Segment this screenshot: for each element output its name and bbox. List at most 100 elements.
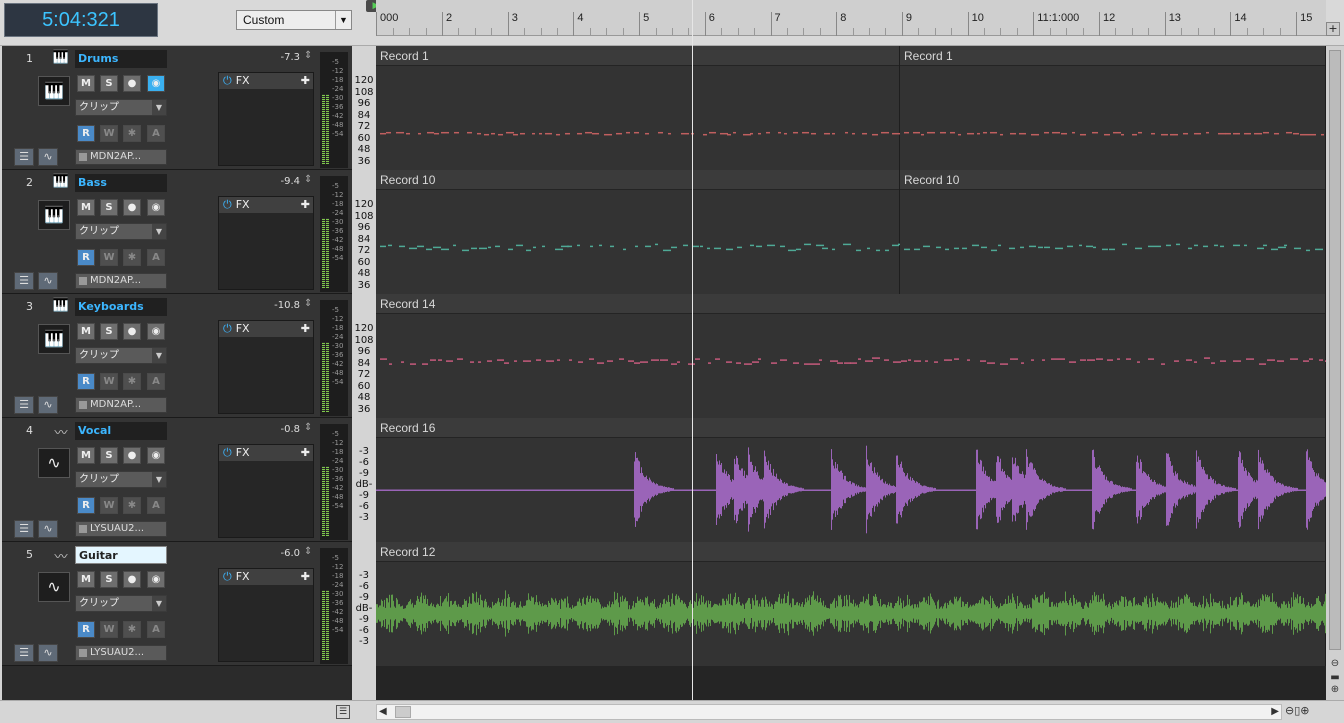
horizontal-scrollbar[interactable]: ◀ ▶ <box>376 704 1282 720</box>
clip-name[interactable]: Record 16 <box>376 418 1325 438</box>
solo-button[interactable]: S <box>100 75 118 92</box>
chevron-down-icon[interactable]: ▼ <box>152 348 166 363</box>
volume-arrows-icon[interactable]: ⇕ <box>304 298 312 309</box>
clip-name[interactable]: Record 1 <box>376 46 899 66</box>
automation-icon[interactable]: ∿ <box>38 644 58 662</box>
track-edit-icon[interactable]: ☰ <box>14 396 34 414</box>
track-edit-icon[interactable]: ☰ <box>14 272 34 290</box>
clip[interactable]: Record 12 <box>376 542 1326 666</box>
add-fx-icon[interactable]: ✚ <box>301 445 310 461</box>
track-lane[interactable]: Record 1 Record 1 <box>376 46 1326 170</box>
now-time-cursor[interactable] <box>692 0 693 700</box>
track-header[interactable]: 5 〰 Guitar -6.0 ⇕ ∿ M S ● ◉ クリップ ▼ R W ✱ A ☰ ∿ LYSUAU2... ⏻… <box>2 542 352 666</box>
write-automation-button[interactable]: W <box>100 621 118 638</box>
input-echo-button[interactable]: ◉ <box>147 571 165 588</box>
clip[interactable]: Record 1 <box>376 46 900 170</box>
input-selector[interactable]: MDN2AP... <box>75 273 167 289</box>
fx-header[interactable]: ⏻ FX ✚ <box>219 445 313 461</box>
automation-icon[interactable]: ∿ <box>38 520 58 538</box>
clip[interactable]: Record 14 <box>376 294 1326 418</box>
fx-header[interactable]: ⏻ FX ✚ <box>219 73 313 89</box>
clip-mode-dropdown[interactable]: クリップ ▼ <box>75 347 167 364</box>
power-icon[interactable]: ⏻ <box>223 198 232 211</box>
automation-icon[interactable]: ∿ <box>38 148 58 166</box>
freeze-button[interactable]: ✱ <box>123 373 141 390</box>
archive-button[interactable]: A <box>147 249 165 266</box>
zoom-fit-icon[interactable]: ▬ <box>1328 672 1342 684</box>
read-automation-button[interactable]: R <box>77 373 95 390</box>
archive-button[interactable]: A <box>147 497 165 514</box>
scroll-right-icon[interactable]: ▶ <box>1271 705 1279 719</box>
input-echo-button[interactable]: ◉ <box>147 199 165 216</box>
fx-rack[interactable]: ⏻ FX ✚ <box>218 72 314 166</box>
clips-pane[interactable]: Record 1 Record 1 Record 10 Record 10 Record… <box>376 46 1326 700</box>
track-header[interactable]: 2 🎹 Bass -9.4 ⇕ 🎹 M S ● ◉ クリップ ▼ R W ✱ A ☰ ∿ MDN2AP... ⏻ FX ✚… <box>2 170 352 294</box>
mute-button[interactable]: M <box>77 75 95 92</box>
track-edit-icon[interactable]: ☰ <box>14 644 34 662</box>
track-lane[interactable]: Record 10 Record 10 <box>376 170 1326 294</box>
input-selector[interactable]: LYSUAU2... <box>75 521 167 537</box>
preset-dropdown[interactable]: Custom ▼ <box>236 10 352 30</box>
add-fx-icon[interactable]: ✚ <box>301 73 310 89</box>
fx-rack[interactable]: ⏻ FX ✚ <box>218 444 314 538</box>
freeze-button[interactable]: ✱ <box>123 125 141 142</box>
track-header[interactable]: 1 🎹 Drums -7.3 ⇕ 🎹 M S ● ◉ クリップ ▼ R W ✱ A ☰ ∿ MDN2AP... ⏻ FX… <box>2 46 352 170</box>
scroll-left-icon[interactable]: ◀ <box>379 705 387 719</box>
track-name[interactable]: Vocal <box>75 422 167 440</box>
track-volume[interactable]: -6.0 <box>252 548 300 559</box>
track-name[interactable]: Guitar <box>75 546 167 564</box>
clip-name[interactable]: Record 12 <box>376 542 1325 562</box>
clip-name[interactable]: Record 1 <box>900 46 1325 66</box>
record-arm-button[interactable]: ● <box>123 323 141 340</box>
add-fx-icon[interactable]: ✚ <box>301 569 310 585</box>
volume-arrows-icon[interactable]: ⇕ <box>304 546 312 557</box>
clip-name[interactable]: Record 10 <box>376 170 899 190</box>
fx-header[interactable]: ⏻ FX ✚ <box>219 321 313 337</box>
freeze-button[interactable]: ✱ <box>123 497 141 514</box>
write-automation-button[interactable]: W <box>100 497 118 514</box>
archive-button[interactable]: A <box>147 373 165 390</box>
clip-mode-dropdown[interactable]: クリップ ▼ <box>75 595 167 612</box>
mute-button[interactable]: M <box>77 447 95 464</box>
fx-header[interactable]: ⏻ FX ✚ <box>219 197 313 213</box>
chevron-down-icon[interactable]: ▼ <box>335 11 351 29</box>
volume-arrows-icon[interactable]: ⇕ <box>304 50 312 61</box>
horizontal-zoom-icon[interactable]: ⊖▯⊕ <box>1285 704 1310 717</box>
clip-mode-dropdown[interactable]: クリップ ▼ <box>75 471 167 488</box>
track-edit-icon[interactable]: ☰ <box>14 148 34 166</box>
input-echo-button[interactable]: ◉ <box>147 323 165 340</box>
solo-button[interactable]: S <box>100 323 118 340</box>
track-name[interactable]: Keyboards <box>75 298 167 316</box>
write-automation-button[interactable]: W <box>100 373 118 390</box>
record-arm-button[interactable]: ● <box>123 447 141 464</box>
mute-button[interactable]: M <box>77 199 95 216</box>
track-lane[interactable]: Record 12 <box>376 542 1326 666</box>
chevron-down-icon[interactable]: ▼ <box>152 596 166 611</box>
automation-icon[interactable]: ∿ <box>38 396 58 414</box>
track-lane[interactable]: Record 14 <box>376 294 1326 418</box>
power-icon[interactable]: ⏻ <box>223 570 232 583</box>
clip-mode-dropdown[interactable]: クリップ ▼ <box>75 99 167 116</box>
zoom-out-icon[interactable]: ⊖ <box>1328 658 1342 670</box>
clip-mode-dropdown[interactable]: クリップ ▼ <box>75 223 167 240</box>
read-automation-button[interactable]: R <box>77 497 95 514</box>
fx-rack[interactable]: ⏻ FX ✚ <box>218 568 314 662</box>
fx-rack[interactable]: ⏻ FX ✚ <box>218 320 314 414</box>
input-selector[interactable]: LYSUAU2... <box>75 645 167 661</box>
add-fx-icon[interactable]: ✚ <box>301 321 310 337</box>
track-name[interactable]: Bass <box>75 174 167 192</box>
fx-rack[interactable]: ⏻ FX ✚ <box>218 196 314 290</box>
track-volume[interactable]: -7.3 <box>252 52 300 63</box>
power-icon[interactable]: ⏻ <box>223 74 232 87</box>
mute-button[interactable]: M <box>77 571 95 588</box>
clip[interactable]: Record 10 <box>376 170 906 294</box>
power-icon[interactable]: ⏻ <box>223 446 232 459</box>
clip[interactable]: Record 1 <box>900 46 1326 170</box>
write-automation-button[interactable]: W <box>100 125 118 142</box>
clip[interactable]: Record 16 <box>376 418 1326 542</box>
mute-button[interactable]: M <box>77 323 95 340</box>
chevron-down-icon[interactable]: ▼ <box>152 472 166 487</box>
track-name[interactable]: Drums <box>75 50 167 68</box>
archive-button[interactable]: A <box>147 125 165 142</box>
add-fx-icon[interactable]: ✚ <box>301 197 310 213</box>
